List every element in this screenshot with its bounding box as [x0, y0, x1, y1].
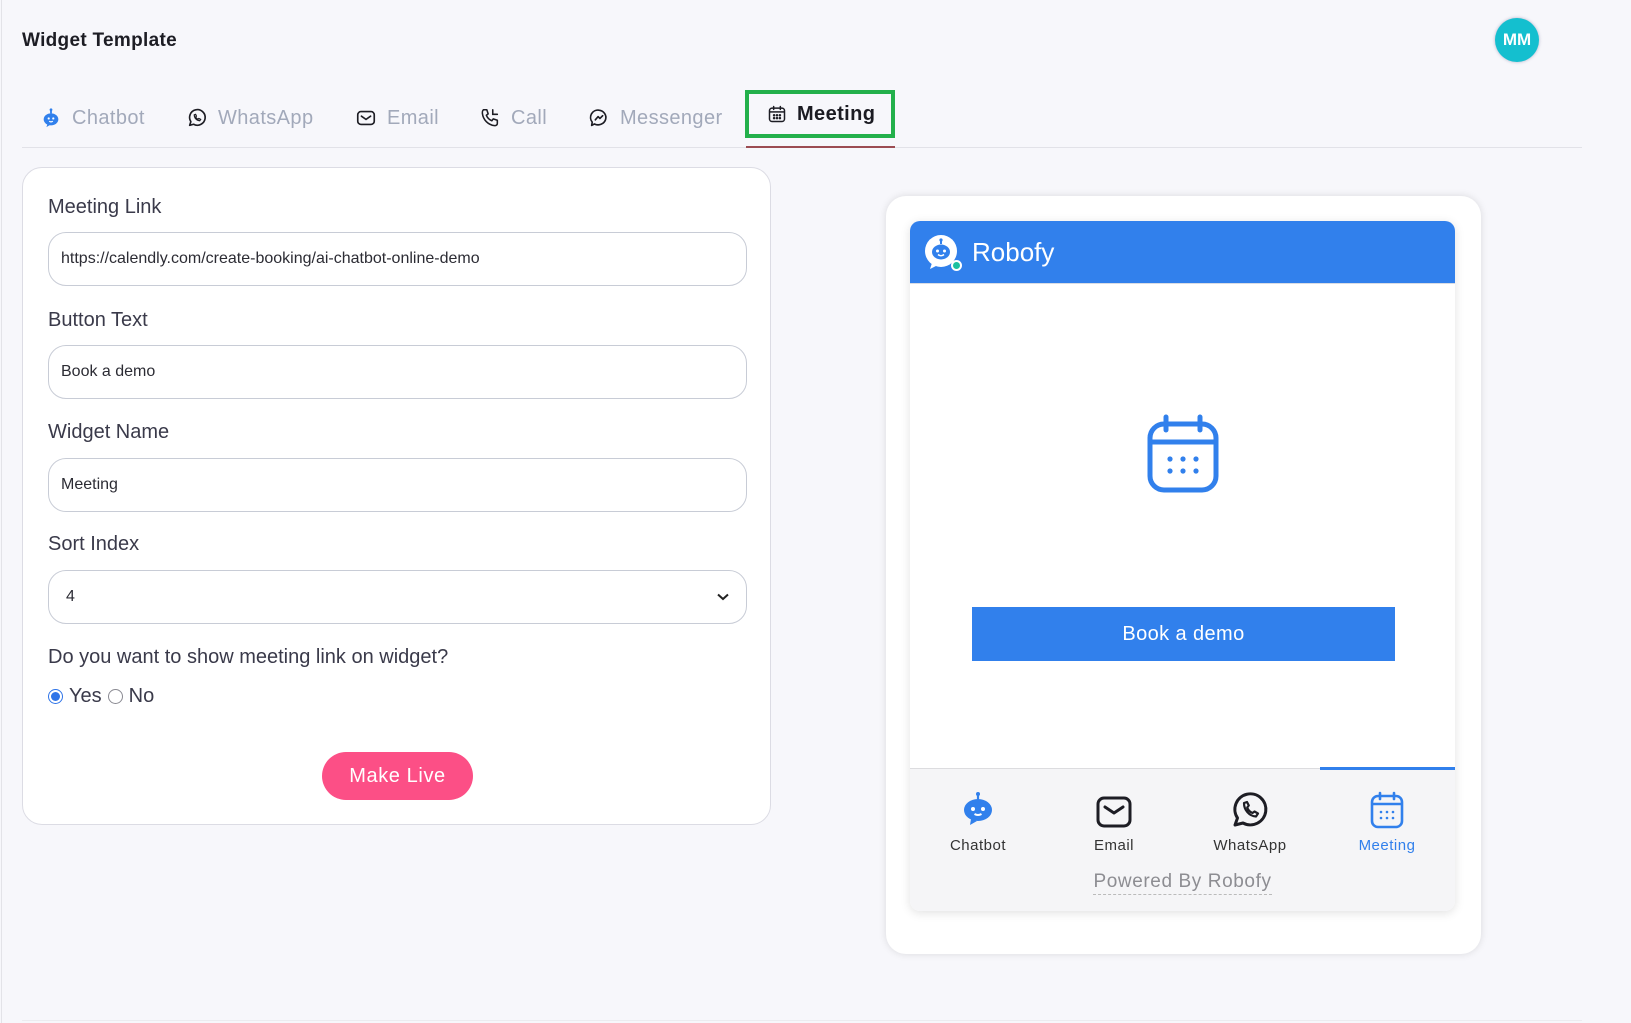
powered-by: Powered By Robofy [910, 871, 1455, 895]
whatsapp-icon [186, 107, 208, 129]
radio-yes[interactable] [48, 689, 63, 704]
widget-name-label: Widget Name [48, 421, 170, 443]
button-text-input[interactable] [48, 345, 747, 399]
active-tab-indicator [746, 146, 895, 148]
tab-whatsapp[interactable]: WhatsApp [186, 90, 313, 146]
nav-label: Email [1093, 837, 1134, 854]
show-link-question: Do you want to show meeting link on widg… [48, 646, 449, 668]
nav-label: Chatbot [949, 837, 1007, 854]
tab-label: Messenger [620, 106, 723, 129]
widget-preview-card: Robofy Book a demo Chatbot Email WhatsAp… [886, 196, 1481, 954]
nav-item-whatsapp[interactable]: WhatsApp [1182, 789, 1318, 854]
messenger-icon [588, 107, 610, 129]
tab-chatbot[interactable]: Chatbot [40, 90, 145, 146]
radio-no-label[interactable]: No [129, 685, 155, 708]
channel-tabs: Chatbot WhatsApp Email Call Messenger Me… [22, 90, 1582, 148]
radio-no[interactable] [107, 689, 123, 704]
active-nav-indicator [1320, 767, 1455, 770]
tab-meeting[interactable]: Meeting [745, 90, 896, 138]
email-icon [355, 107, 377, 129]
bottom-divider [22, 1020, 1582, 1021]
make-live-button[interactable]: Make Live [322, 752, 473, 800]
nav-item-chatbot[interactable]: Chatbot [910, 789, 1046, 854]
meeting-settings-form: Meeting Link Button Text Widget Name Sor… [22, 167, 771, 825]
widget-preview: Robofy Book a demo Chatbot Email WhatsAp… [910, 221, 1455, 911]
sort-index-value: 4 [66, 588, 75, 605]
show-link-radio-group: Yes No [48, 685, 160, 708]
widget-footer-nav: Chatbot Email WhatsApp Meeting Powered B… [910, 767, 1455, 911]
tab-label: WhatsApp [218, 106, 314, 129]
chevron-down-icon [717, 588, 729, 606]
nav-label: Meeting [1358, 837, 1416, 854]
widget-header: Robofy [910, 221, 1455, 283]
nav-item-meeting[interactable]: Meeting [1319, 789, 1455, 854]
sort-index-label: Sort Index [48, 533, 140, 555]
widget-body: Book a demo [910, 283, 1455, 768]
whatsapp-icon [1231, 789, 1269, 829]
widget-template-page: Widget Template MM Chatbot WhatsApp Emai… [1, 0, 1631, 1023]
tab-messenger[interactable]: Messenger [588, 90, 723, 146]
widget-brand-name: Robofy [972, 236, 1055, 267]
nav-item-email[interactable]: Email [1046, 789, 1182, 854]
chatbot-icon [960, 789, 996, 829]
tab-label: Chatbot [72, 106, 145, 129]
radio-yes-label[interactable]: Yes [69, 685, 102, 708]
page-title: Widget Template [22, 30, 177, 51]
meeting-link-input[interactable] [48, 232, 747, 286]
chatbot-icon [40, 107, 62, 129]
nav-label: WhatsApp [1213, 837, 1287, 854]
tab-call[interactable]: Call [479, 90, 547, 146]
calendar-icon [1146, 414, 1220, 499]
button-text-label: Button Text [48, 309, 148, 331]
robot-logo-icon [922, 233, 962, 271]
powered-by-link[interactable]: Powered By Robofy [1093, 871, 1272, 895]
calendar-icon [1370, 789, 1404, 829]
user-avatar[interactable]: MM [1495, 18, 1539, 62]
email-icon [1095, 789, 1133, 829]
online-status-dot [951, 260, 962, 271]
tab-email[interactable]: Email [355, 90, 439, 146]
tab-label: Email [387, 106, 440, 129]
book-demo-button[interactable]: Book a demo [972, 607, 1395, 661]
widget-name-input[interactable] [48, 458, 747, 512]
meeting-link-label: Meeting Link [48, 196, 162, 218]
calendar-icon [767, 104, 787, 124]
tab-label: Call [511, 106, 548, 129]
phone-icon [479, 107, 501, 129]
sort-index-select[interactable]: 4 [48, 570, 747, 624]
tab-label: Meeting [797, 102, 876, 125]
